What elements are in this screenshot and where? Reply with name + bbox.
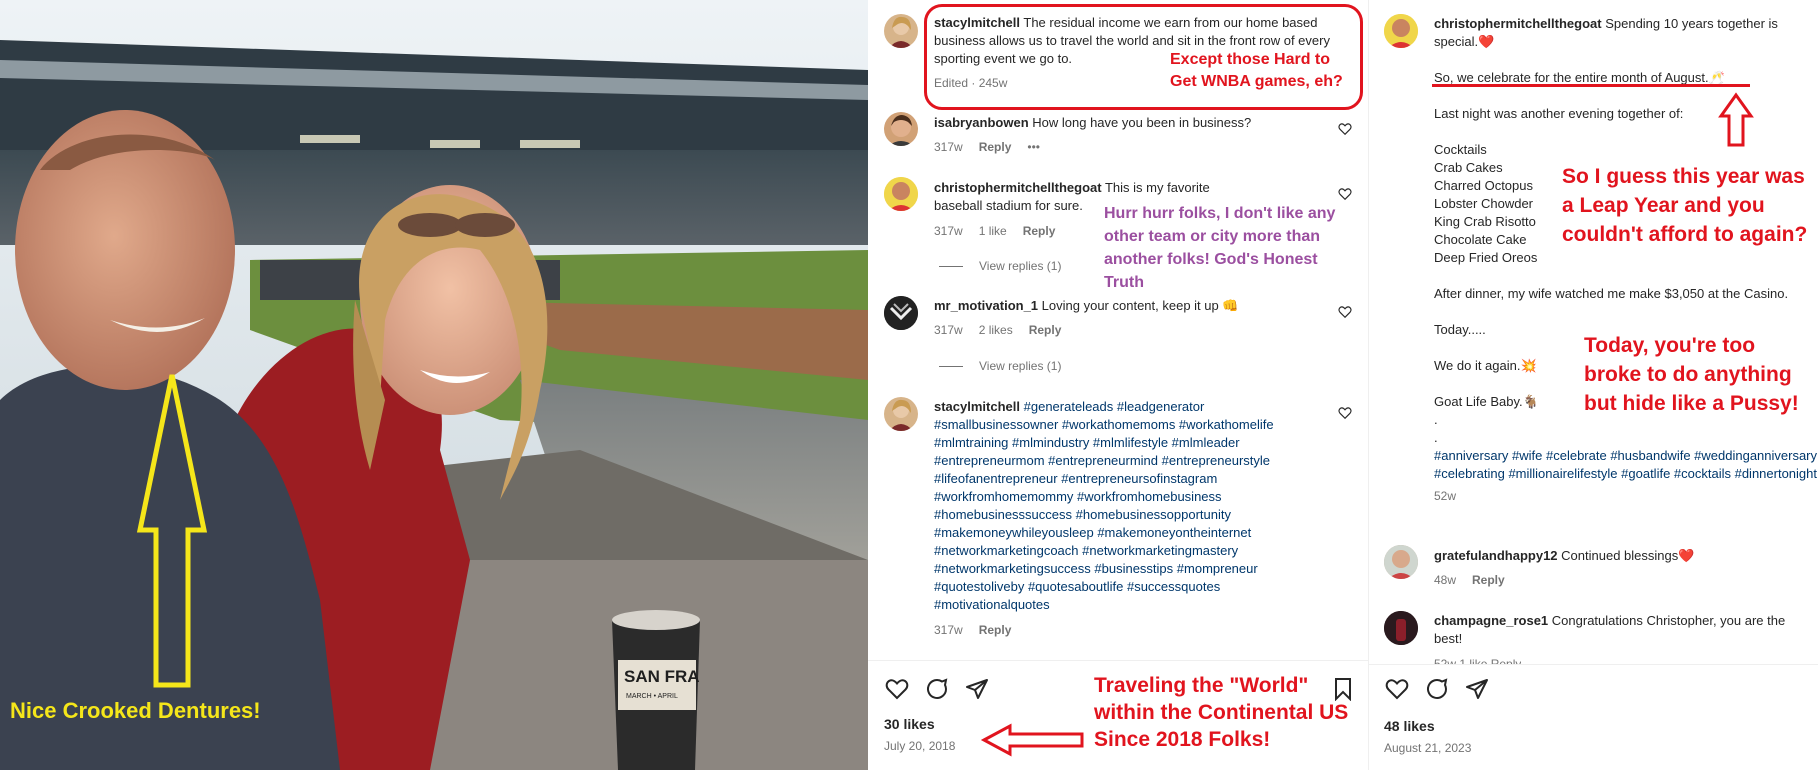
view-replies-button[interactable]: View replies (1) (939, 259, 1061, 273)
likes-count[interactable]: 30 likes (884, 716, 935, 732)
avatar[interactable] (1384, 611, 1418, 645)
divider (1369, 664, 1818, 665)
share-send-icon[interactable] (964, 677, 990, 701)
caption-line: Deep Fried Oreos (1434, 250, 1538, 265)
post-caption: christophermitchellthegoat Spending 10 y… (1434, 15, 1818, 505)
comment-time: 48w (1434, 573, 1457, 587)
caption-line: Cocktails (1434, 142, 1487, 157)
caption-line: So, we celebrate for the entire month of… (1434, 70, 1725, 85)
comment-likes[interactable]: 1 like (979, 224, 1007, 238)
reply-button[interactable]: Reply (1472, 573, 1505, 587)
caption-time: 52w (1434, 489, 1457, 503)
divider (868, 660, 1368, 661)
comment-time: 317w (934, 323, 963, 337)
post-date: August 21, 2023 (1384, 741, 1472, 755)
broke-annotation: Today, you're too broke to do anything b… (1584, 334, 1799, 415)
comment-body: Continued blessings❤️ (1561, 548, 1695, 563)
caption-line: Last night was another evening together … (1434, 106, 1684, 121)
comment-text: gratefulandhappy12 Continued blessings❤️ (1434, 547, 1814, 565)
world-annotation: Traveling the "World" within the Contine… (1094, 674, 1349, 751)
caption-line: . (1434, 430, 1438, 445)
comment-time: 317w (934, 623, 963, 637)
view-replies-label[interactable]: View replies (1) (979, 259, 1061, 273)
like-heart-icon[interactable] (1384, 677, 1410, 701)
avatar[interactable] (884, 112, 918, 146)
leap-annotation: So I guess this year was a Leap Year and… (1562, 165, 1808, 246)
comment-text: stacylmitchell #generateleads #leadgener… (934, 398, 1326, 614)
avatar[interactable] (884, 14, 918, 48)
comment-meta: Edited · 245w (934, 76, 1008, 90)
avatar[interactable] (884, 177, 918, 211)
wnba-annotation: Except those Hard to Get WNBA games, eh? (1170, 51, 1343, 90)
cup-subtext: MARCH • APRIL (626, 693, 678, 700)
comment-text: isabryanbowen How long have you been in … (934, 114, 1334, 132)
hashtag-list[interactable]: #generateleads #leadgenerator #smallbusi… (934, 399, 1274, 612)
comment-username[interactable]: champagne_rose1 (1434, 613, 1548, 628)
hurr-annotation: Hurr hurr folks, I don't like any other … (1104, 205, 1336, 291)
comment-username[interactable]: stacylmitchell (934, 15, 1020, 30)
like-heart-icon[interactable] (1338, 122, 1352, 136)
post-date: July 20, 2018 (884, 739, 956, 753)
comment-body: Loving your content, keep it up 👊 (1041, 298, 1239, 313)
avatar[interactable] (884, 296, 918, 330)
reply-button[interactable]: Reply (1029, 323, 1062, 337)
comment-username[interactable]: gratefulandhappy12 (1434, 548, 1558, 563)
comment-bubble-icon[interactable] (924, 677, 950, 701)
post-photo: SAN FRA MARCH • APRIL Nice Crooked Dentu… (0, 0, 868, 770)
red-arrow-annotation (980, 723, 1084, 757)
more-options-icon[interactable]: ••• (1027, 140, 1040, 154)
like-heart-icon[interactable] (884, 677, 910, 701)
cup-text: SAN FRA (624, 667, 700, 686)
comment-meta: 52w 1 like Reply (1434, 657, 1522, 664)
avatar[interactable] (1384, 14, 1418, 48)
view-replies-label[interactable]: View replies (1) (979, 359, 1061, 373)
comment-time: 317w (934, 224, 963, 238)
comment-meta: 48w Reply (1434, 573, 1521, 587)
comment-username[interactable]: mr_motivation_1 (934, 298, 1038, 313)
like-heart-icon[interactable] (1338, 187, 1352, 201)
hashtag-list[interactable]: #anniversary #wife #celebrate #husbandwi… (1434, 447, 1818, 483)
like-heart-icon[interactable] (1338, 406, 1352, 420)
comment-body: How long have you been in business? (1032, 115, 1252, 130)
comment-meta: 317w 2 likes Reply (934, 323, 1077, 337)
caption-line: After dinner, my wife watched me make $3… (1434, 286, 1789, 301)
comment-username[interactable]: stacylmitchell (934, 399, 1020, 414)
share-send-icon[interactable] (1464, 677, 1490, 701)
underline-annotation (1432, 84, 1750, 87)
view-replies-button[interactable]: View replies (1) (939, 359, 1061, 373)
photo-annotation: Nice Crooked Dentures! (10, 698, 261, 723)
reply-button[interactable]: Reply (979, 623, 1012, 637)
avatar[interactable] (884, 397, 918, 431)
comment-meta: 317w 1 like Reply (934, 224, 1071, 238)
comment-username[interactable]: isabryanbowen (934, 115, 1029, 130)
avatar[interactable] (1384, 545, 1418, 579)
caption-username[interactable]: christophermitchellthegoat (1434, 16, 1602, 31)
comment-meta: 317w Reply ••• (934, 140, 1056, 154)
comment-username[interactable]: christophermitchellthegoat (934, 180, 1102, 195)
reply-button[interactable]: Reply (979, 140, 1012, 154)
reply-button[interactable]: Reply (1023, 224, 1056, 238)
comment-time: 317w (934, 140, 963, 154)
like-heart-icon[interactable] (1338, 305, 1352, 319)
comment-text: champagne_rose1 Congratulations Christop… (1434, 612, 1814, 648)
comment-likes[interactable]: 2 likes (979, 323, 1013, 337)
likes-count[interactable]: 48 likes (1384, 718, 1435, 734)
divider (1368, 0, 1369, 770)
comment-meta: 317w Reply (934, 623, 1027, 637)
red-up-arrow-annotation (1718, 92, 1754, 147)
comment-text: mr_motivation_1 Loving your content, kee… (934, 297, 1334, 315)
comment-bubble-icon[interactable] (1424, 677, 1450, 701)
